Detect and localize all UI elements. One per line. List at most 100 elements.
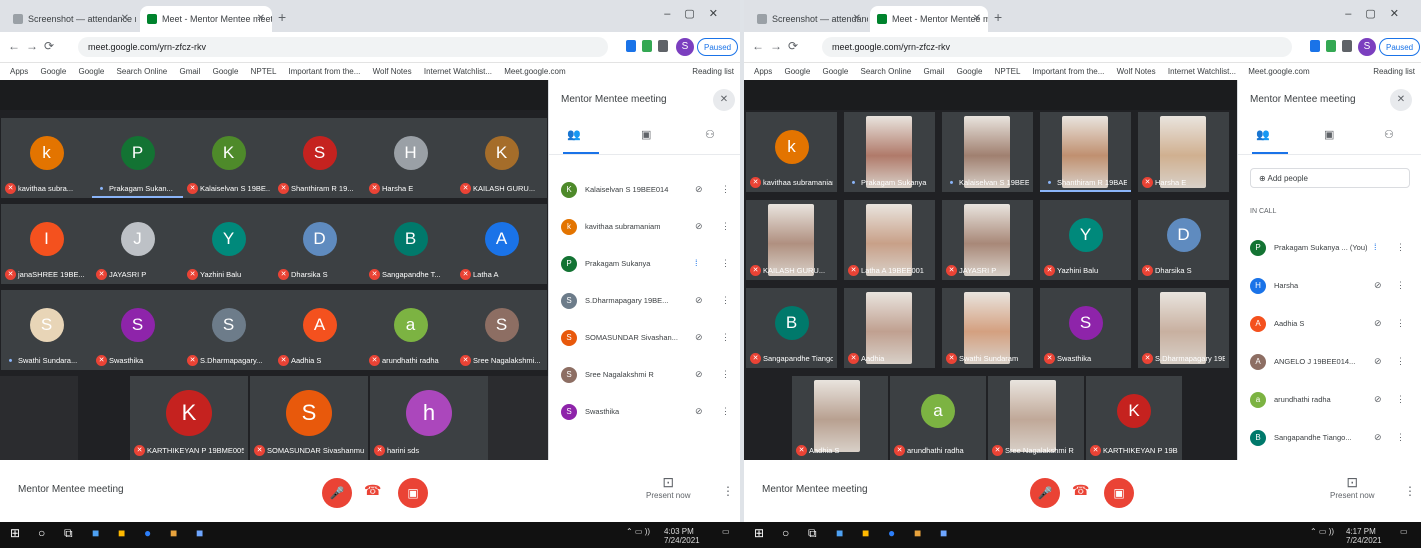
file-explorer-icon[interactable]: ■ [118,526,125,540]
participant-tile[interactable]: ✕S.Dharmapagary 19BE... [1138,288,1229,368]
participant-list-item[interactable]: K Kalaiselvan S 19BEE014 ⊘ ⋮ [561,182,731,204]
system-tray-icons[interactable]: ⌃ ▭ )) [626,527,650,536]
search-icon[interactable]: ○ [38,526,45,540]
more-options-icon[interactable]: ⋮ [721,295,730,306]
participant-tile[interactable]: I ✕ janaSHREE 19BE... [1,204,92,284]
search-icon[interactable]: ○ [782,526,789,540]
profile-avatar[interactable]: S [1358,38,1376,56]
bookmark-item[interactable]: NPTEL [251,67,277,76]
task-view-icon[interactable]: ⧉ [64,526,73,541]
mic-muted-icon[interactable]: ⊘ [695,369,703,380]
notification-icon[interactable]: ▭ [722,527,730,536]
nav-icons[interactable]: ←→⟳ [752,39,804,53]
add-people-button[interactable]: ⊕ Add people [1250,168,1410,188]
bookmark-item[interactable]: Internet Watchlist... [1168,67,1236,76]
bookmark-item[interactable]: Important from the... [288,67,360,76]
participant-tile[interactable]: B ✕ Sangapandhe T... [365,204,456,284]
people-tab-icon[interactable]: 👥 [1256,128,1270,141]
bookmark-item[interactable]: Meet.google.com [1248,67,1309,76]
bookmark-item[interactable]: Wolf Notes [1117,67,1156,76]
participant-tile[interactable]: S ⦁ Swathi Sundara... [1,290,92,370]
mic-muted-icon[interactable]: ⊘ [695,221,703,232]
participant-tile[interactable]: ✕ KAILASH GURU... [746,200,837,280]
url-field[interactable]: meet.google.com/yrn-zfcz-rkv [78,37,608,57]
participant-list-item[interactable]: S Swasthika ⊘ ⋮ [561,404,731,426]
bookmark-item[interactable]: Gmail [923,67,944,76]
participant-tile[interactable]: Y ✕ Yazhini Balu [183,204,274,284]
participant-list-item[interactable]: S S.Dharmapagary 19BE... ⊘ ⋮ [561,293,731,315]
app-icon[interactable]: ■ [940,526,947,540]
bookmark-item[interactable]: Google [213,67,239,76]
reading-list[interactable]: Reading list [692,63,734,81]
new-tab-icon[interactable]: + [278,6,286,28]
camera-off-button[interactable]: ▣ [398,478,428,508]
chat-tab-icon[interactable]: ▣ [641,128,651,141]
puzzle-icon[interactable] [1342,40,1352,52]
participant-tile[interactable]: ✕ Aadhia [844,288,935,368]
participant-list-item[interactable]: H Harsha ⊘ ⋮ [1250,278,1406,300]
file-explorer-icon[interactable]: ■ [862,526,869,540]
bookmark-item[interactable]: Google [784,67,810,76]
reading-list[interactable]: Reading list [1373,63,1415,81]
participant-list-item[interactable]: k kavithaa subramaniam ⊘ ⋮ [561,219,731,241]
mic-off-button[interactable]: 🎤 [1030,478,1060,508]
url-field[interactable]: meet.google.com/yrn-zfcz-rkv [822,37,1292,57]
notification-icon[interactable]: ▭ [1400,527,1408,536]
participant-tile[interactable]: ✕ JAYASRI P [942,200,1033,280]
window-controls[interactable]: –▢✕ [1345,7,1413,20]
meeting-title[interactable]: Mentor Mentee meeting [18,484,124,495]
app-icon[interactable]: ■ [170,526,177,540]
more-options-icon[interactable]: ⋮ [1396,432,1405,443]
participant-list-item[interactable]: P Prakagam Sukanya ... (You) ⁞ ⋮ [1250,240,1406,262]
more-options-icon[interactable]: ⋮ [1396,318,1405,329]
bookmark-item[interactable]: Google [957,67,983,76]
bookmark-item[interactable]: Wolf Notes [373,67,412,76]
chat-tab-icon[interactable]: ▣ [1324,128,1334,141]
close-icon[interactable]: ✕ [1390,89,1412,111]
more-options-icon[interactable]: ⋮ [721,258,730,269]
bookmark-item[interactable]: Search Online [861,67,912,76]
task-view-icon[interactable]: ⧉ [808,526,817,541]
edge-icon[interactable]: ■ [92,526,99,540]
participant-list-item[interactable]: A ANGELO J 19BEE014... ⊘ ⋮ [1250,354,1406,376]
extension-icon[interactable] [1326,40,1336,52]
participant-list-item[interactable]: B Sangapandhe Tiango... ⊘ ⋮ [1250,430,1406,452]
end-call-icon[interactable]: ☎ [364,482,381,499]
windows-start-icon[interactable]: ⊞ [754,526,764,540]
extension-icon[interactable] [626,40,636,52]
participant-tile[interactable]: ⦁ Kalaiselvan S 19BEE014 [942,112,1033,192]
participant-tile[interactable]: ⦁ Prakagam Sukanya [844,112,935,192]
close-icon[interactable]: ✕ [713,89,735,111]
mic-on-icon[interactable]: ⁞ [1374,242,1377,252]
participant-tile[interactable]: K ✕ KAILASH GURU... [456,118,547,198]
bookmark-item[interactable]: Important from the... [1032,67,1104,76]
tab-active[interactable]: Meet - Mentor Mentee meeting ✕ [870,6,988,32]
bookmark-item[interactable]: Apps [754,67,772,76]
mic-muted-icon[interactable]: ⊘ [695,406,703,417]
bookmark-item[interactable]: Google [79,67,105,76]
participant-tile[interactable]: ✕ Sree Nagalakshmi R [988,376,1084,460]
more-options-icon[interactable]: ⋮ [721,332,730,343]
participant-tile[interactable]: h ✕ harini sds [370,376,488,460]
mic-muted-icon[interactable]: ⊘ [1374,394,1382,405]
close-icon[interactable]: ✕ [257,6,265,32]
bookmark-item[interactable]: Internet Watchlist... [424,67,492,76]
participant-tile[interactable]: a ✕ arundhathi radha [365,290,456,370]
more-options-icon[interactable]: ⋮ [1404,484,1416,498]
profile-avatar[interactable]: S [676,38,694,56]
mic-muted-icon[interactable]: ⊘ [1374,432,1382,443]
mic-muted-icon[interactable]: ⊘ [695,332,703,343]
activities-tab-icon[interactable]: ⚇ [705,128,715,141]
participant-tile[interactable]: ✕ Aadhia S [792,376,888,460]
tab-inactive[interactable]: Screenshot — attendance record ✕ [750,6,868,32]
participant-tile[interactable]: A ✕ Latha A [456,204,547,284]
participant-tile[interactable]: ⦁ Shanthiram R 19BAE... [1040,112,1131,192]
participant-tile[interactable]: S ✕ Shanthiram R 19... [274,118,365,198]
chrome-icon[interactable]: ● [888,526,895,540]
mic-muted-icon[interactable]: ⊘ [1374,356,1382,367]
more-options-icon[interactable]: ⋮ [721,184,730,195]
participant-tile[interactable]: S ✕ Swasthika [92,290,183,370]
mic-muted-icon[interactable]: ⊘ [1374,318,1382,329]
present-now-button[interactable]: ⊡ Present now [646,474,690,500]
participant-tile[interactable]: S ✕ Swasthika [1040,288,1131,368]
